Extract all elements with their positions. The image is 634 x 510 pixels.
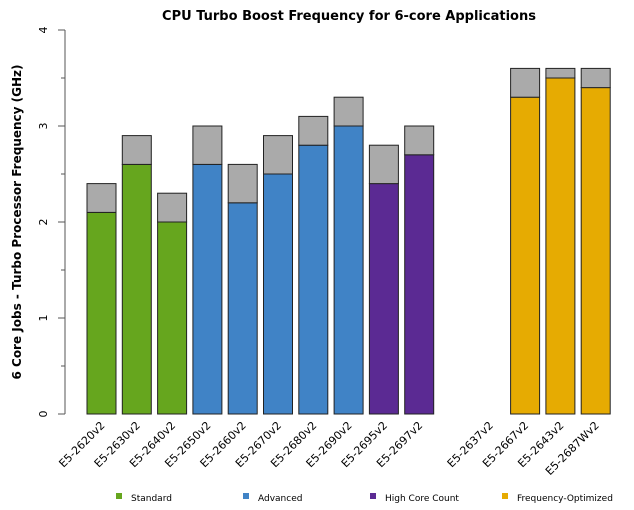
legend-swatch [116,493,122,499]
bar-group [545,67,576,415]
legend-item: Advanced [243,493,302,504]
y-axis-label: 6 Core Jobs - Turbo Processor Frequency … [10,64,24,379]
y-tick-label: 3 [37,123,50,130]
legend-item: Standard [116,493,172,504]
legend-label: High Core Count [385,494,459,504]
bar-base [157,221,188,415]
y-tick-label: 4 [37,27,50,34]
bar-group [510,67,541,415]
bar-group [333,96,364,415]
bar-base [580,87,611,415]
bar-group [404,125,435,415]
bar-group [192,125,223,415]
bar-boost [192,125,223,165]
bar-base [192,163,223,415]
bar-boost [510,67,541,98]
bar-base [368,183,399,415]
bars [86,67,611,415]
legend-label: Frequency-Optimized [517,494,613,504]
y-tick-label: 0 [37,411,50,418]
bar-group [227,163,258,415]
bar-group [263,135,293,415]
bar-boost [121,135,152,165]
bar-group [368,144,399,415]
legend-label: Advanced [258,494,302,504]
legend-label: Standard [131,494,172,504]
legend-swatch [370,493,376,499]
chart-title: CPU Turbo Boost Frequency for 6-core App… [162,9,536,24]
y-tick-label: 1 [37,315,50,322]
bar-base [227,202,258,415]
bar-base [545,77,576,415]
x-axis-ticks: E5-2620v2E5-2630v2E5-2640v2E5-2650v2E5-2… [56,419,601,478]
legend-item: High Core Count [370,493,459,504]
bar-base [86,211,117,415]
bar-boost [263,135,293,175]
chart: CPU Turbo Boost Frequency for 6-core App… [10,9,613,504]
legend: Standard Advanced High Core Count Frequency… [116,493,613,504]
bar-base [263,173,293,415]
y-axis: 0 1 2 3 4 [37,27,66,418]
bar-base [333,125,364,415]
bar-boost [227,163,258,204]
bar-boost [580,67,611,89]
bar-group [580,67,611,415]
bar-group [121,135,152,415]
bar-boost [333,96,364,127]
y-tick-label: 2 [37,219,50,226]
bar-base [121,163,152,415]
bar-base [298,144,329,415]
legend-item: Frequency-Optimized [502,493,613,504]
bar-boost [368,144,399,185]
bar-boost [545,67,576,79]
bar-boost [404,125,435,156]
bar-group [86,183,117,415]
bar-boost [157,192,188,223]
bar-base [404,154,435,415]
bar-boost [86,183,117,213]
bar-group [298,115,329,415]
bar-boost [298,115,329,146]
bar-base [510,96,541,415]
legend-swatch [502,493,508,499]
legend-swatch [243,493,249,499]
bar-group [157,192,188,415]
